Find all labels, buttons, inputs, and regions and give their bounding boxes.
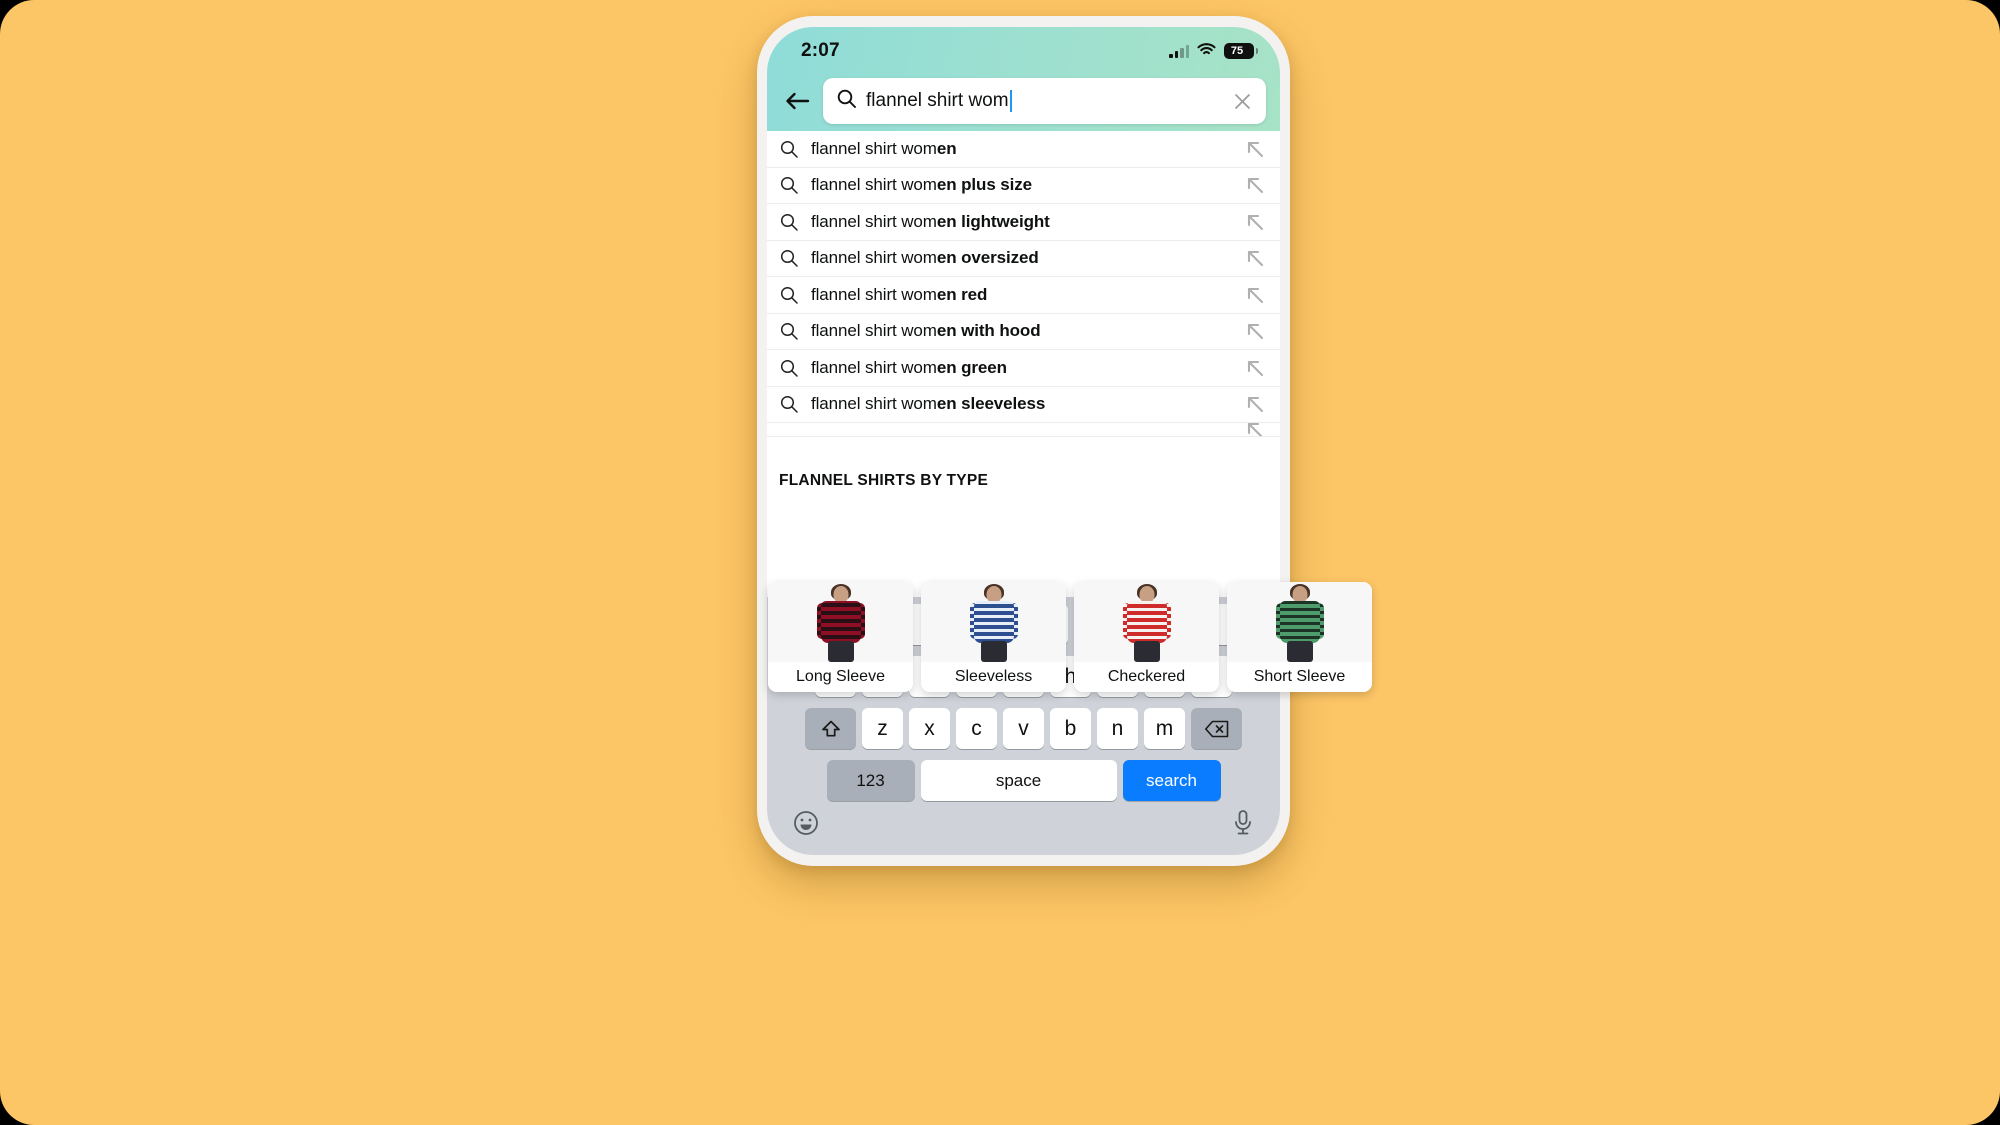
product-type-card[interactable]: Sleeveless bbox=[921, 582, 1066, 692]
suggestion-row[interactable]: flannel shirt women bbox=[767, 131, 1280, 168]
product-type-card[interactable]: Short Sleeve bbox=[1227, 582, 1372, 692]
suggestion-row[interactable]: flannel shirt women plus size bbox=[767, 168, 1280, 204]
key-b[interactable]: b bbox=[1050, 708, 1091, 749]
search-icon bbox=[779, 213, 799, 231]
status-bar: 2:07 75 bbox=[767, 27, 1280, 71]
product-type-label: Long Sleeve bbox=[768, 662, 913, 692]
product-image bbox=[1227, 582, 1372, 662]
suggestion-row[interactable]: flannel shirt women red bbox=[767, 277, 1280, 314]
search-icon bbox=[779, 322, 799, 340]
search-icon bbox=[779, 249, 799, 267]
product-type-card[interactable]: Long Sleeve bbox=[768, 582, 913, 692]
app-header: 2:07 75 flannel shirt wom bbox=[767, 27, 1280, 131]
back-button[interactable] bbox=[777, 81, 817, 121]
keyboard-bottom-bar bbox=[767, 803, 1280, 855]
back-arrow-icon bbox=[786, 92, 810, 110]
space-key[interactable]: space bbox=[920, 760, 1117, 801]
product-image bbox=[1074, 582, 1219, 662]
product-image bbox=[921, 582, 1066, 662]
suggestion-text: flannel shirt women bbox=[811, 138, 957, 158]
battery-icon: 75 bbox=[1224, 43, 1258, 59]
key-v[interactable]: v bbox=[1003, 708, 1044, 749]
emoji-button[interactable] bbox=[793, 810, 819, 841]
product-type-label: Short Sleeve bbox=[1227, 662, 1372, 692]
suggestion-text: flannel shirt women lightweight bbox=[811, 211, 1050, 231]
suggestion-row[interactable]: flannel shirt women oversized bbox=[767, 241, 1280, 277]
text-caret bbox=[1009, 90, 1012, 112]
search-icon bbox=[837, 89, 856, 113]
key-x[interactable]: x bbox=[909, 708, 950, 749]
search-icon bbox=[779, 395, 799, 413]
search-suggestions-list: flannel shirt women flannel shirt women p… bbox=[767, 131, 1280, 437]
suggestion-row[interactable]: flannel shirt women green bbox=[767, 350, 1280, 387]
arrow-up-left-icon[interactable] bbox=[1244, 285, 1266, 305]
suggestion-text: flannel shirt women green bbox=[811, 357, 1007, 377]
status-indicators: 75 bbox=[1169, 42, 1258, 61]
product-type-card[interactable]: Checkered bbox=[1074, 582, 1219, 692]
suggestion-row-partial[interactable] bbox=[767, 423, 1280, 437]
suggestion-row[interactable]: flannel shirt women sleeveless bbox=[767, 387, 1280, 423]
battery-level: 75 bbox=[1230, 44, 1244, 57]
microphone-icon bbox=[1235, 809, 1251, 834]
suggestion-text: flannel shirt women red bbox=[811, 284, 988, 304]
suggestion-row[interactable]: flannel shirt women with hood bbox=[767, 314, 1280, 350]
keyboard-row-4: 123 space search bbox=[767, 760, 1280, 801]
clear-search-button[interactable] bbox=[1230, 89, 1254, 113]
arrow-up-left-icon bbox=[1244, 423, 1266, 436]
search-row: flannel shirt wom bbox=[767, 71, 1280, 131]
arrow-up-left-icon[interactable] bbox=[1244, 248, 1266, 268]
suggestion-text: flannel shirt women oversized bbox=[811, 248, 1039, 268]
arrow-up-left-icon[interactable] bbox=[1244, 212, 1266, 232]
keyboard-row-3: zxcvbnm bbox=[767, 708, 1280, 749]
product-type-label: Sleeveless bbox=[921, 662, 1066, 692]
backspace-icon bbox=[1204, 720, 1228, 737]
search-icon bbox=[779, 286, 799, 304]
page-title: FLANNEL SHIRTS BY TYPE bbox=[779, 472, 989, 489]
product-type-label: Checkered bbox=[1074, 662, 1219, 692]
key-z[interactable]: z bbox=[862, 708, 903, 749]
close-icon bbox=[1234, 93, 1250, 109]
key-n[interactable]: n bbox=[1097, 708, 1138, 749]
search-icon bbox=[779, 140, 799, 158]
status-time: 2:07 bbox=[801, 40, 840, 61]
search-icon bbox=[779, 176, 799, 194]
arrow-up-left-icon[interactable] bbox=[1244, 175, 1266, 195]
suggestion-text: flannel shirt women plus size bbox=[811, 175, 1033, 195]
shift-key[interactable] bbox=[805, 708, 856, 749]
emoji-smiley-icon bbox=[794, 810, 818, 835]
arrow-up-left-icon[interactable] bbox=[1244, 394, 1266, 414]
arrow-up-left-icon[interactable] bbox=[1244, 358, 1266, 378]
product-type-cards: Long Sleeve Sleeveless Checkered Short Slee… bbox=[768, 582, 1372, 692]
backspace-key[interactable] bbox=[1191, 708, 1242, 749]
section-header: FLANNEL SHIRTS BY TYPE bbox=[767, 464, 1280, 498]
search-key[interactable]: search bbox=[1122, 760, 1221, 801]
shift-arrow-icon bbox=[821, 720, 840, 737]
arrow-up-left-icon[interactable] bbox=[1244, 321, 1266, 341]
search-input-value: flannel shirt wom bbox=[866, 90, 1009, 111]
phone-screen: 2:07 75 flannel shirt wom flannel shirt … bbox=[767, 27, 1280, 855]
arrow-up-left-icon[interactable] bbox=[1244, 139, 1266, 159]
search-icon bbox=[779, 359, 799, 377]
product-image bbox=[768, 582, 913, 662]
key-c[interactable]: c bbox=[956, 708, 997, 749]
suggestion-text: flannel shirt women sleeveless bbox=[811, 394, 1046, 414]
wifi-icon bbox=[1197, 42, 1216, 61]
key-m[interactable]: m bbox=[1144, 708, 1185, 749]
suggestion-text: flannel shirt women with hood bbox=[811, 321, 1041, 341]
microphone-button[interactable] bbox=[1232, 809, 1254, 842]
search-input-value-wrap: flannel shirt wom bbox=[866, 90, 1220, 112]
search-input[interactable]: flannel shirt wom bbox=[823, 78, 1266, 124]
suggestion-row[interactable]: flannel shirt women lightweight bbox=[767, 204, 1280, 241]
cellular-signal-icon bbox=[1169, 44, 1189, 58]
numbers-key[interactable]: 123 bbox=[826, 760, 915, 801]
